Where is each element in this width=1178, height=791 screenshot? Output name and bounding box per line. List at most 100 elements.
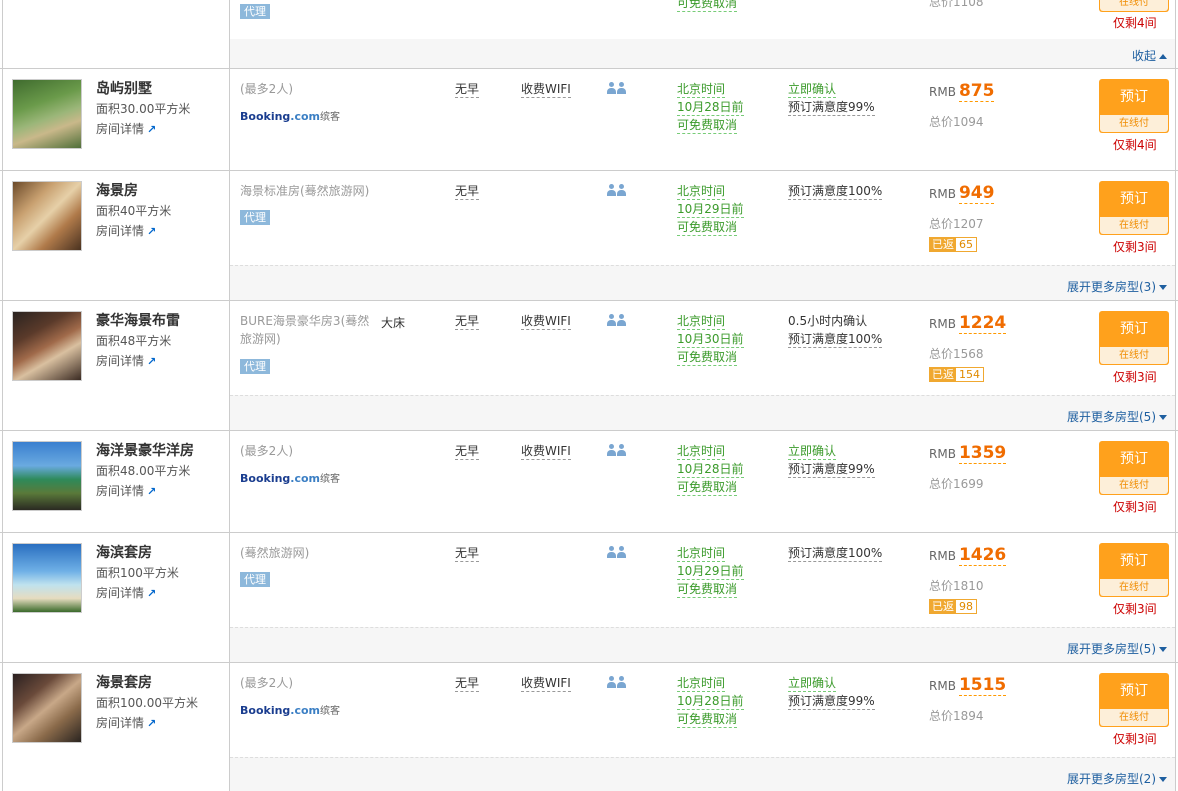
room-detail-link[interactable]: 房间详情 ↗ xyxy=(96,584,156,601)
room-price[interactable]: RMB 1224 xyxy=(929,313,1007,334)
offer-desc: BURE海景豪华房3(蓦然 旅游网) xyxy=(240,314,370,346)
breakfast-info[interactable]: 无早 xyxy=(455,546,480,562)
caret-down-icon xyxy=(1159,285,1167,290)
room-thumbnail[interactable] xyxy=(12,181,82,251)
external-arrow-icon: ↗ xyxy=(147,355,157,368)
cancel-policy[interactable]: 北京时间 10月29日前 可免费取消 xyxy=(677,182,744,236)
room-row: 豪华海景布雷 面积48平方米 房间详情 ↗ BURE海景豪华房3(蓦然 旅游网) 大… xyxy=(0,301,1178,431)
booking-logo: Booking.com缤客 xyxy=(240,110,341,123)
room-name[interactable]: 岛屿别墅 xyxy=(96,78,152,98)
room-thumbnail[interactable] xyxy=(12,543,82,613)
book-button[interactable]: 预订 在线付 xyxy=(1099,673,1169,727)
cancel-policy[interactable]: 北京时间 10月28日前 可免费取消 xyxy=(677,442,744,496)
rebate-badge[interactable]: 已返 65 xyxy=(929,237,977,252)
rooms-left: 仅剩3间 xyxy=(1113,370,1157,384)
collapse-link[interactable]: 收起 xyxy=(1132,47,1167,64)
room-detail-link[interactable]: 房间详情 ↗ xyxy=(96,352,156,369)
room-area: 面积48.00平方米 xyxy=(96,464,191,478)
rooms-left: 仅剩3间 xyxy=(1113,240,1157,254)
external-arrow-icon: ↗ xyxy=(147,587,157,600)
room-thumbnail[interactable] xyxy=(12,311,82,381)
cancel-policy[interactable]: 北京时间 10月28日前 可免费取消 xyxy=(677,674,744,728)
wifi-info[interactable]: 收费WIFI xyxy=(521,444,571,460)
rooms-left: 仅剩4间 xyxy=(1113,16,1157,30)
booking-logo: Booking.com缤客 xyxy=(240,472,341,485)
expand-bar: 展开更多房型(3) xyxy=(230,265,1175,300)
two-person-icon[interactable] xyxy=(607,546,627,560)
book-button[interactable]: 预订 在线付 xyxy=(1099,79,1169,133)
external-arrow-icon: ↗ xyxy=(147,123,157,136)
room-name[interactable]: 豪华海景布雷 xyxy=(96,310,180,330)
breakfast-info[interactable]: 无早 xyxy=(455,444,480,460)
room-price[interactable]: RMB 1426 xyxy=(929,545,1007,566)
book-button[interactable]: 预订 在线付 xyxy=(1099,311,1169,365)
room-thumbnail[interactable] xyxy=(12,673,82,743)
confirm-info: 0.5小时内确认 预订满意度100% xyxy=(788,314,883,348)
expand-more-link[interactable]: 展开更多房型(3) xyxy=(1067,278,1167,295)
book-button[interactable]: 预订 在线付 xyxy=(1099,181,1169,235)
room-name[interactable]: 海景套房 xyxy=(96,672,152,692)
total-price: 总价1894 xyxy=(929,709,984,723)
room-thumbnail[interactable] xyxy=(12,79,82,149)
offer-desc: (最多2人) xyxy=(240,444,293,458)
room-row: 海景套房 面积100.00平方米 房间详情 ↗ (最多2人) Booking.co… xyxy=(0,663,1178,791)
room-area: 面积100平方米 xyxy=(96,566,179,580)
two-person-icon[interactable] xyxy=(607,444,627,458)
room-price[interactable]: RMB 949 xyxy=(929,183,995,204)
book-button[interactable]: 预订 在线付 xyxy=(1099,441,1169,495)
agent-tag: 代理 xyxy=(240,572,270,587)
breakfast-info[interactable]: 无早 xyxy=(455,184,480,200)
room-price[interactable]: RMB 1359 xyxy=(929,443,1007,464)
room-name[interactable]: 海洋景豪华洋房 xyxy=(96,440,194,460)
expand-more-link[interactable]: 展开更多房型(5) xyxy=(1067,640,1167,657)
room-detail-link[interactable]: 房间详情 ↗ xyxy=(96,120,156,137)
room-area: 面积40平方米 xyxy=(96,204,172,218)
caret-up-icon xyxy=(1159,54,1167,59)
confirm-info: 立即确认 预订满意度99% xyxy=(788,82,875,116)
offer-desc: (最多2人) xyxy=(240,676,293,690)
room-detail-link[interactable]: 房间详情 ↗ xyxy=(96,482,156,499)
offer-desc: (蓦然旅游网) xyxy=(240,546,310,560)
rebate-badge[interactable]: 已返 98 xyxy=(929,599,977,614)
book-button[interactable]: 预订 在线付 xyxy=(1099,543,1169,597)
room-thumbnail[interactable] xyxy=(12,441,82,511)
breakfast-info[interactable]: 无早 xyxy=(455,314,480,330)
room-area: 面积30.00平方米 xyxy=(96,102,191,116)
room-price[interactable]: RMB 1515 xyxy=(929,675,1007,696)
wifi-info[interactable]: 收费WIFI xyxy=(521,314,571,330)
room-name[interactable]: 海景房 xyxy=(96,180,138,200)
cancel-policy[interactable]: 北京时间 10月28日前 可免费取消 xyxy=(677,80,744,134)
room-name[interactable]: 海滨套房 xyxy=(96,542,152,562)
wifi-info[interactable]: 收费WIFI xyxy=(521,82,571,98)
cancel-policy[interactable]: 可免费取消 xyxy=(677,0,738,12)
offer-desc: (最多2人) xyxy=(240,82,293,96)
two-person-icon[interactable] xyxy=(607,676,627,690)
total-price: 总价1108 xyxy=(929,0,984,9)
rebate-badge[interactable]: 已返 154 xyxy=(929,367,984,382)
room-row: 岛屿别墅 面积30.00平方米 房间详情 ↗ (最多2人) Booking.com… xyxy=(0,69,1178,171)
room-detail-link[interactable]: 房间详情 ↗ xyxy=(96,714,156,731)
rooms-left: 仅剩3间 xyxy=(1113,732,1157,746)
two-person-icon[interactable] xyxy=(607,184,627,198)
wifi-info[interactable]: 收费WIFI xyxy=(521,676,571,692)
room-price[interactable]: RMB 875 xyxy=(929,81,995,102)
caret-down-icon xyxy=(1159,415,1167,420)
total-price: 总价1568 xyxy=(929,347,984,361)
two-person-icon[interactable] xyxy=(607,82,627,96)
cancel-policy[interactable]: 北京时间 10月30日前 可免费取消 xyxy=(677,312,744,366)
expand-more-link[interactable]: 展开更多房型(5) xyxy=(1067,408,1167,425)
booking-logo: Booking.com缤客 xyxy=(240,704,341,717)
book-button[interactable]: 预订 在线付 xyxy=(1099,0,1169,12)
breakfast-info[interactable]: 无早 xyxy=(455,82,480,98)
total-price: 总价1094 xyxy=(929,115,984,129)
room-area: 面积100.00平方米 xyxy=(96,696,198,710)
two-person-icon[interactable] xyxy=(607,314,627,328)
total-price: 总价1207 xyxy=(929,217,984,231)
expand-bar: 展开更多房型(5) xyxy=(230,627,1175,662)
breakfast-info[interactable]: 无早 xyxy=(455,676,480,692)
external-arrow-icon: ↗ xyxy=(147,225,157,238)
cancel-policy[interactable]: 北京时间 10月29日前 可免费取消 xyxy=(677,544,744,598)
offer-desc: 海景标准房(蓦然旅游网) xyxy=(240,184,370,198)
room-detail-link[interactable]: 房间详情 ↗ xyxy=(96,222,156,239)
expand-more-link[interactable]: 展开更多房型(2) xyxy=(1067,770,1167,787)
